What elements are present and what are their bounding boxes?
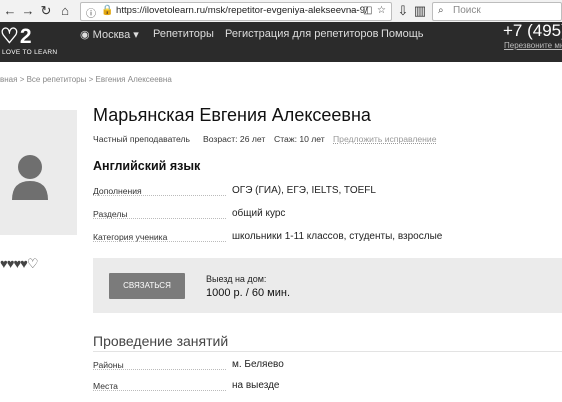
- breadcrumb-separator: >: [88, 75, 96, 84]
- callback-link[interactable]: Перезвоните мне: [504, 41, 562, 50]
- heart-empty-icon: ♡: [26, 256, 39, 271]
- nav-help[interactable]: Помощь: [381, 28, 424, 40]
- subject-title: Английский язык: [93, 159, 201, 173]
- breadcrumb-current: Евгения Алексеевна: [95, 75, 172, 84]
- visit-label: Выезд на дом:: [206, 274, 267, 284]
- lesson-value: на выезде: [232, 380, 280, 391]
- phone-number[interactable]: +7 (495): [503, 21, 562, 41]
- search-placeholder: Поиск: [453, 5, 481, 16]
- tutor-name: Марьянская Евгения Алексеевна: [93, 105, 371, 125]
- breadcrumb-separator: >: [19, 75, 27, 84]
- lesson-value: м. Беляево: [232, 359, 284, 370]
- city-label: Москва: [92, 29, 131, 41]
- lock-icon: 🔒: [101, 5, 114, 16]
- tutor-age: Возраст: 26 лет: [203, 134, 266, 144]
- detail-value: общий курс: [232, 208, 286, 219]
- breadcrumb-all-tutors[interactable]: Все репетиторы: [27, 75, 87, 84]
- forward-arrow-icon[interactable]: →: [20, 3, 36, 19]
- home-icon[interactable]: ⌂: [57, 3, 73, 19]
- heart-filled-icon: ♥: [20, 256, 28, 271]
- reload-icon[interactable]: ↻: [38, 3, 54, 19]
- logo[interactable]: ♡2: [0, 24, 33, 49]
- browser-toolbar: ← → ↻ ⌂ ⓘ 🔒 https://ilovetolearn.ru/msk/…: [0, 0, 562, 23]
- section-title: Проведение занятий: [93, 333, 229, 349]
- site-header: ♡2 LOVE TO LEARN ◉ Москва ▾ Репетиторы Р…: [0, 21, 562, 62]
- detail-value: школьники 1-11 классов, студенты, взросл…: [232, 231, 443, 242]
- library-icon[interactable]: ▥: [412, 3, 428, 19]
- contact-button[interactable]: СВЯЗАТЬСЯ: [109, 273, 185, 299]
- nav-registration[interactable]: Регистрация для репетиторов: [225, 28, 378, 40]
- user-silhouette-icon: [12, 155, 48, 200]
- visit-price: 1000 р. / 60 мин.: [206, 287, 290, 299]
- back-arrow-icon[interactable]: ←: [2, 3, 18, 19]
- avatar: [0, 110, 77, 235]
- pocket-icon[interactable]: ◫: [363, 5, 372, 16]
- contact-panel: СВЯЗАТЬСЯ Выезд на дом: 1000 р. / 60 мин…: [93, 258, 562, 313]
- caret-down-icon: ▾: [133, 29, 139, 41]
- url-text[interactable]: https://ilovetolearn.ru/msk/repetitor-ev…: [116, 5, 368, 16]
- dotted-leader: [93, 195, 226, 196]
- detail-value: ОГЭ (ГИА), ЕГЭ, IELTS, TOEFL: [232, 185, 376, 196]
- dotted-leader: [93, 390, 226, 391]
- info-icon[interactable]: ⓘ: [86, 5, 96, 20]
- rating-hearts: ♥♥♥♥♡: [0, 256, 39, 272]
- bookmark-star-icon[interactable]: ☆: [377, 5, 386, 16]
- search-icon: ⌕: [438, 5, 444, 16]
- nav-tutors[interactable]: Репетиторы: [153, 28, 214, 40]
- tutor-experience: Стаж: 10 лет: [274, 134, 325, 144]
- breadcrumb: вная > Все репетиторы > Евгения Алексеев…: [0, 75, 172, 84]
- divider: [93, 351, 562, 352]
- logo-tagline: LOVE TO LEARN: [2, 49, 58, 56]
- suggest-fix-link[interactable]: Предложить исправление: [333, 134, 437, 144]
- globe-icon: ◉: [80, 29, 90, 41]
- search-input[interactable]: ⌕ Поиск: [432, 2, 562, 21]
- heart-filled-icon: ♥: [0, 256, 8, 271]
- more-icon[interactable]: ···: [349, 5, 359, 16]
- breadcrumb-home[interactable]: вная: [0, 75, 17, 84]
- city-selector[interactable]: ◉ Москва ▾: [80, 28, 139, 41]
- address-bar[interactable]: ⓘ 🔒 https://ilovetolearn.ru/msk/repetito…: [80, 2, 392, 21]
- dotted-leader: [93, 218, 226, 219]
- tutor-type: Частный преподаватель: [93, 134, 190, 144]
- downloads-icon[interactable]: ⇩: [395, 3, 411, 19]
- dotted-leader: [93, 369, 226, 370]
- dotted-leader: [93, 241, 226, 242]
